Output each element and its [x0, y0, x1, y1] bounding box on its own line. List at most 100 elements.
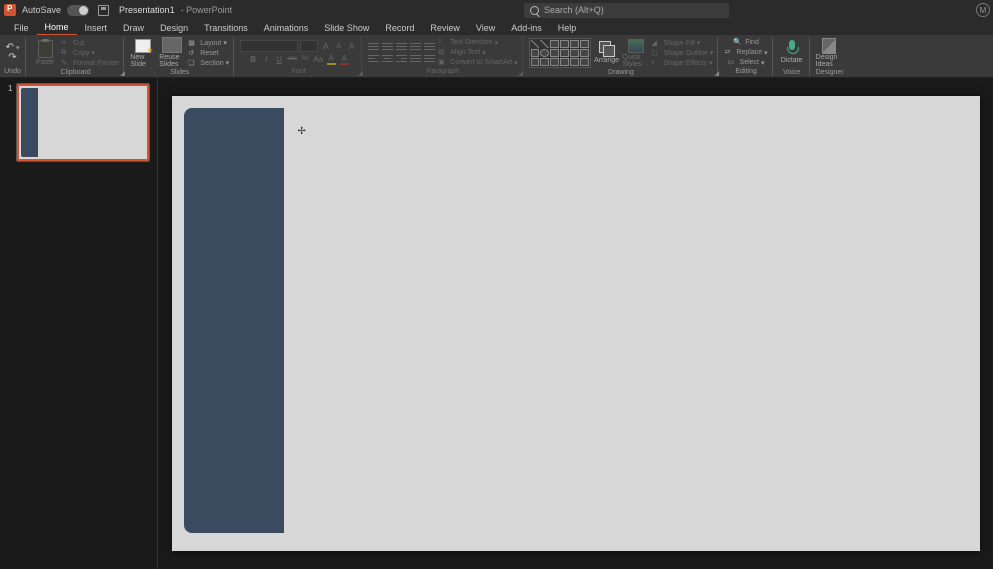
- quick-styles-button[interactable]: Quick Styles: [623, 37, 649, 69]
- new-slide-button[interactable]: New Slide: [130, 37, 156, 69]
- shape-fill-icon: ◢: [652, 39, 662, 48]
- underline-button[interactable]: U: [274, 54, 285, 65]
- bold-button[interactable]: B: [248, 54, 259, 65]
- char-spacing-button[interactable]: AV: [300, 54, 311, 65]
- group-paragraph: ↕Text Direction ▾ ▤Align Text ▾ ▣Convert…: [368, 37, 522, 76]
- arrange-icon: [599, 41, 615, 57]
- title-bar: AutoSave Presentation1 - PowerPoint Sear…: [0, 0, 993, 20]
- autosave-toggle[interactable]: [67, 5, 89, 16]
- group-label-paragraph: Paragraph: [368, 68, 517, 76]
- tab-review[interactable]: Review: [422, 21, 468, 35]
- italic-button[interactable]: I: [261, 54, 272, 65]
- tab-slideshow[interactable]: Slide Show: [316, 21, 377, 35]
- insertion-cursor-icon: [298, 126, 310, 138]
- line-spacing-button[interactable]: [424, 42, 435, 52]
- thumbnail-number: 1: [8, 84, 13, 161]
- layout-icon: ▦: [188, 39, 198, 48]
- highlight-button[interactable]: A: [326, 54, 337, 65]
- drawing-dialog-launcher[interactable]: ◢: [714, 70, 720, 76]
- thumbnail-blue-shape: [21, 88, 38, 157]
- replace-button[interactable]: ⇄Replace ▾: [724, 48, 767, 58]
- redo-button[interactable]: [8, 53, 16, 63]
- arrange-button[interactable]: Arrange: [594, 37, 620, 69]
- change-case-button[interactable]: Aa: [313, 54, 324, 65]
- align-right-button[interactable]: [396, 54, 407, 64]
- increase-indent-button[interactable]: [410, 42, 421, 52]
- slide-canvas[interactable]: [172, 96, 980, 551]
- justify-button[interactable]: [410, 54, 421, 64]
- tab-insert[interactable]: Insert: [77, 21, 116, 35]
- shape-effects-icon: ◐: [652, 59, 662, 68]
- cut-button[interactable]: ✂Cut: [61, 38, 119, 48]
- tab-draw[interactable]: Draw: [115, 21, 152, 35]
- autosave-label: AutoSave: [22, 5, 61, 15]
- thumbnail-item[interactable]: 1: [8, 84, 149, 161]
- select-button[interactable]: ▭Select ▾: [728, 58, 765, 68]
- tab-help[interactable]: Help: [550, 21, 585, 35]
- columns-button[interactable]: [424, 54, 435, 64]
- format-painter-icon: ✎: [61, 59, 71, 68]
- text-direction-button[interactable]: ↕Text Direction ▾: [438, 38, 517, 48]
- tab-addins[interactable]: Add-ins: [503, 21, 550, 35]
- tab-animations[interactable]: Animations: [256, 21, 317, 35]
- copy-button[interactable]: ⧉Copy ▾: [61, 48, 119, 58]
- font-dialog-launcher[interactable]: ◢: [358, 70, 364, 76]
- slide-canvas-area[interactable]: [158, 78, 993, 569]
- format-painter-button[interactable]: ✎Format Painter: [61, 58, 119, 68]
- blue-rectangle-shape[interactable]: [184, 108, 284, 533]
- search-box[interactable]: Search (Alt+Q): [524, 3, 729, 18]
- slide-content[interactable]: [184, 108, 965, 533]
- decrease-indent-button[interactable]: [396, 42, 407, 52]
- reuse-slides-icon: [164, 39, 180, 53]
- group-undo: ▾ Undo: [4, 37, 26, 76]
- font-color-button[interactable]: A: [339, 54, 350, 65]
- group-slides: New Slide Reuse Slides ▦Layout ▾ ↺Reset …: [130, 37, 234, 76]
- shape-effects-button[interactable]: ◐Shape Effects ▾: [652, 58, 714, 68]
- slide-thumbnail-panel[interactable]: 1: [0, 78, 158, 569]
- group-clipboard: Paste ✂Cut ⧉Copy ▾ ✎Format Painter Clipb…: [32, 37, 124, 76]
- paragraph-dialog-launcher[interactable]: ◢: [519, 70, 525, 76]
- tab-home[interactable]: Home: [37, 20, 77, 35]
- find-button[interactable]: 🔍Find: [733, 38, 759, 48]
- align-text-button[interactable]: ▤Align Text ▾: [438, 48, 517, 58]
- font-size-combo[interactable]: [300, 40, 318, 52]
- clipboard-dialog-launcher[interactable]: ◢: [120, 70, 126, 76]
- section-button[interactable]: ❏Section ▾: [188, 58, 229, 68]
- design-ideas-button[interactable]: Design Ideas: [816, 37, 842, 69]
- group-label-editing: Editing: [724, 68, 767, 76]
- layout-button[interactable]: ▦Layout ▾: [188, 38, 229, 48]
- align-center-button[interactable]: [382, 54, 393, 64]
- tab-file[interactable]: File: [6, 21, 37, 35]
- tab-record[interactable]: Record: [377, 21, 422, 35]
- save-icon[interactable]: [98, 5, 109, 16]
- shape-fill-button[interactable]: ◢Shape Fill ▾: [652, 38, 714, 48]
- align-left-button[interactable]: [368, 54, 379, 64]
- group-label-undo: Undo: [4, 68, 21, 76]
- convert-smartart-button[interactable]: ▣Convert to SmartArt ▾: [438, 58, 517, 68]
- smartart-icon: ▣: [438, 58, 448, 67]
- tab-transitions[interactable]: Transitions: [196, 21, 256, 35]
- tab-view[interactable]: View: [468, 21, 503, 35]
- strike-button[interactable]: abc: [287, 54, 298, 65]
- undo-button[interactable]: ▾: [6, 43, 20, 53]
- reuse-slides-button[interactable]: Reuse Slides: [159, 37, 185, 69]
- group-label-clipboard: Clipboard: [32, 69, 119, 77]
- shape-outline-button[interactable]: ◻Shape Outline ▾: [652, 48, 714, 58]
- clear-format-button[interactable]: A: [346, 41, 357, 52]
- paste-icon: [38, 40, 53, 58]
- reset-button[interactable]: ↺Reset: [188, 48, 229, 58]
- search-icon: [530, 6, 539, 15]
- tab-design[interactable]: Design: [152, 21, 196, 35]
- font-family-combo[interactable]: [240, 40, 298, 52]
- dictate-button[interactable]: Dictate: [779, 37, 805, 69]
- grow-font-button[interactable]: A: [320, 41, 331, 52]
- select-icon: ▭: [728, 58, 738, 67]
- numbering-button[interactable]: [382, 42, 393, 52]
- shapes-gallery[interactable]: [529, 38, 591, 68]
- shrink-font-button[interactable]: A: [333, 41, 344, 52]
- bullets-button[interactable]: [368, 42, 379, 52]
- thumbnail-slide-1[interactable]: [17, 84, 149, 161]
- paste-button[interactable]: Paste: [32, 37, 58, 69]
- user-account-icon[interactable]: M: [976, 3, 990, 17]
- powerpoint-icon: [4, 4, 16, 16]
